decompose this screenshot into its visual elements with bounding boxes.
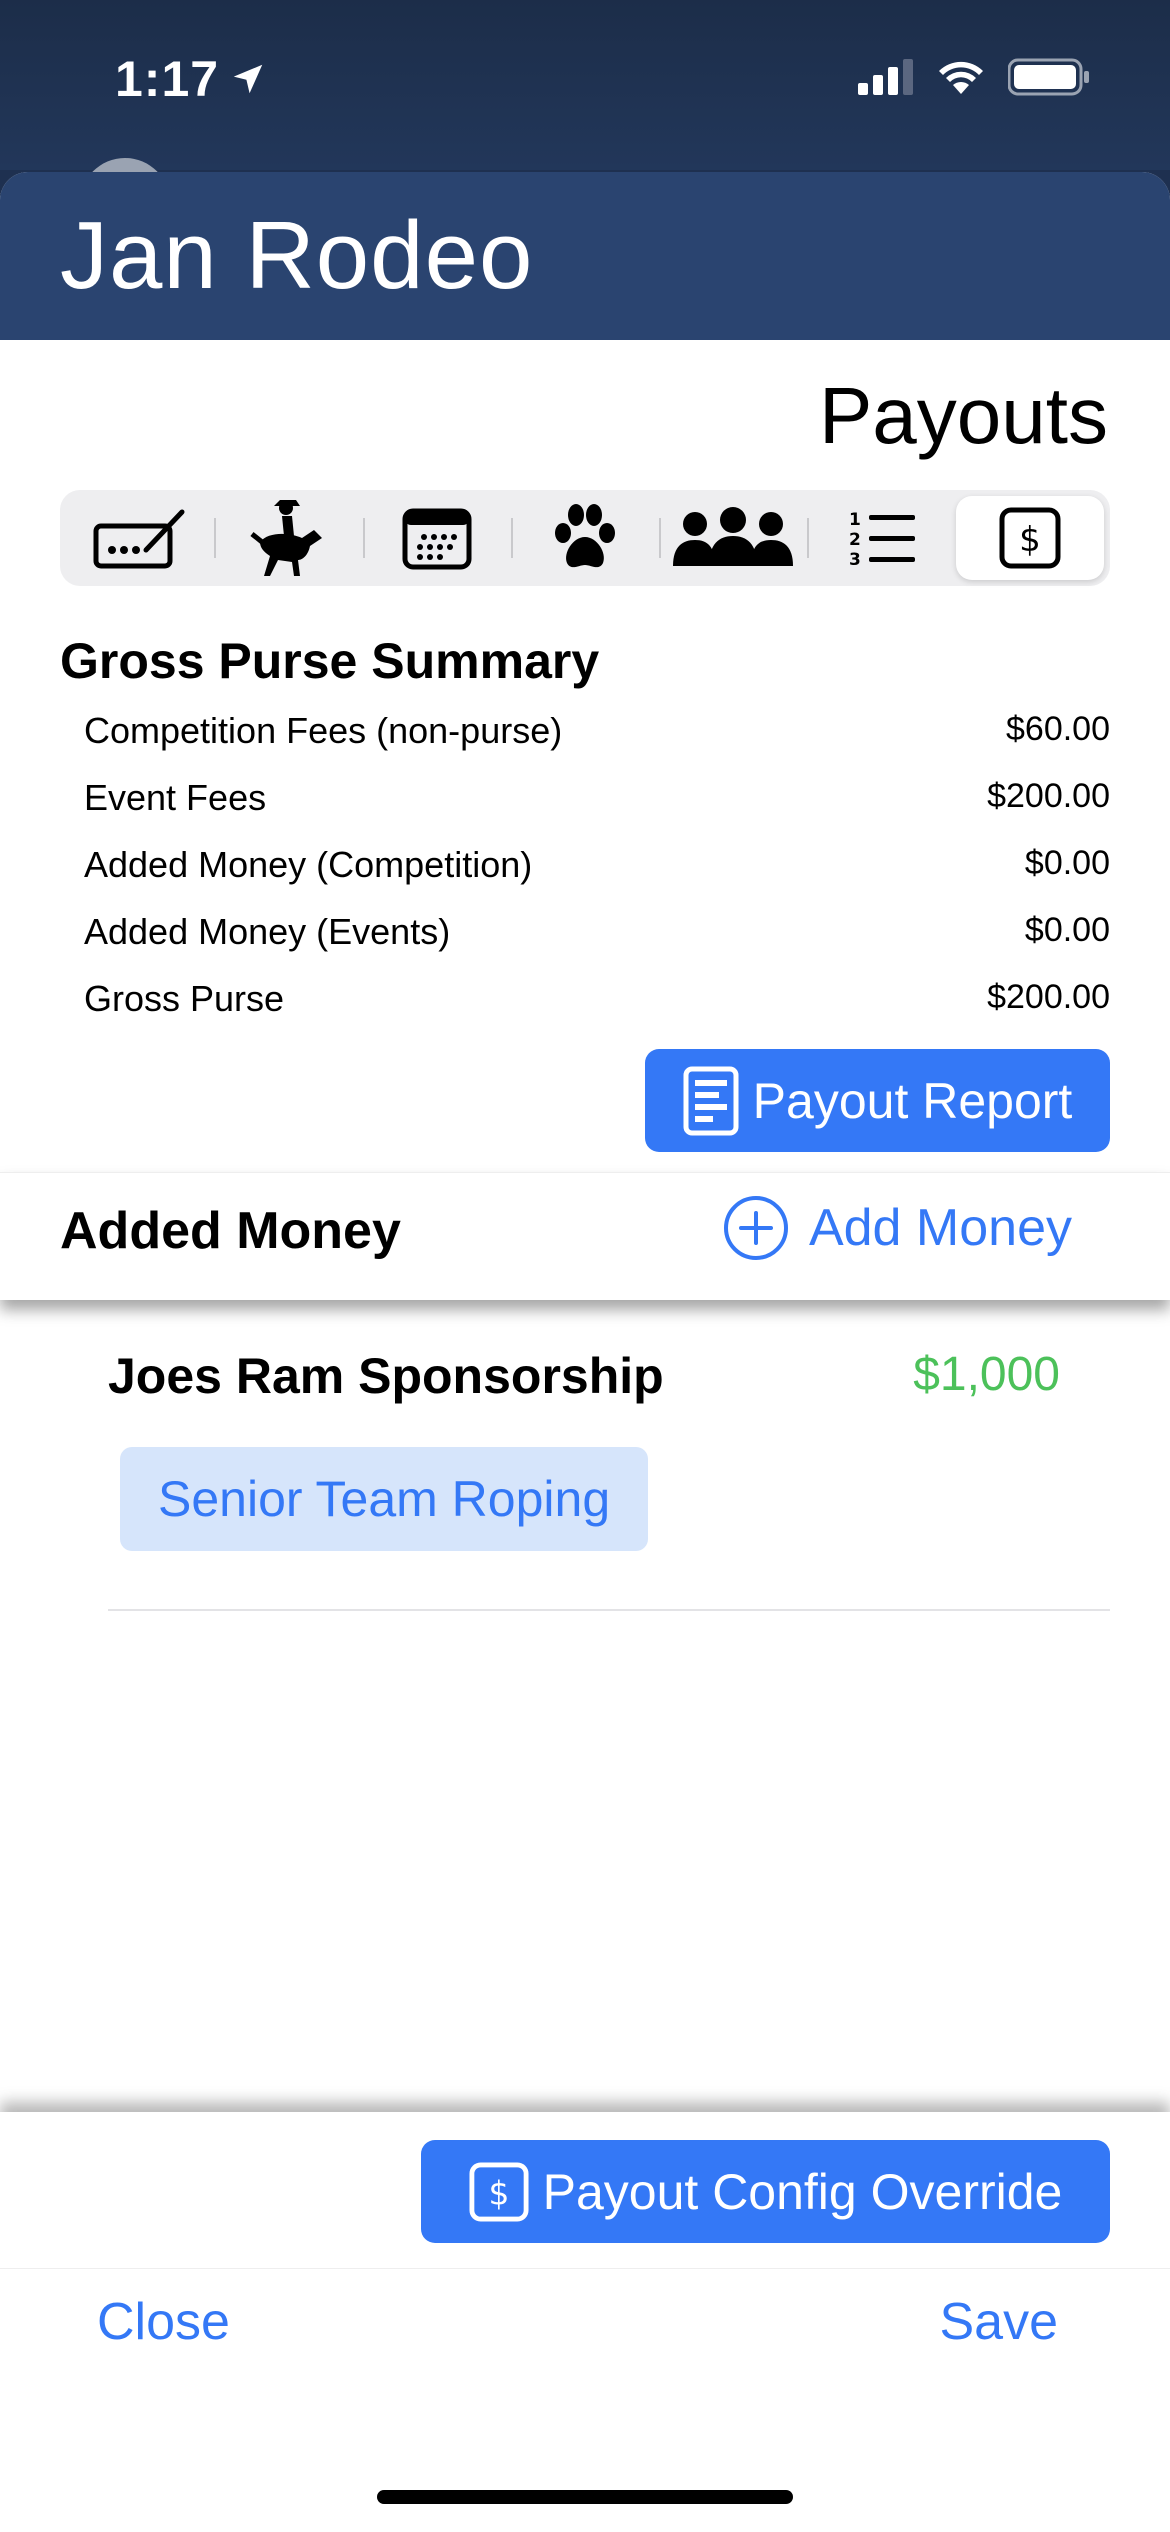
summary-value: $0.00 [1024,911,1110,949]
battery-icon [1008,58,1089,96]
save-button[interactable]: Save [939,2292,1058,2352]
summary-label: Added Money (Events) [84,911,451,952]
calendar-icon [402,508,472,570]
wifi-icon [939,61,983,94]
event-chip[interactable]: Senior Team Roping [120,1447,649,1551]
signal-icon [858,59,913,95]
bottom-actions: $ Payout Config Override Close Save [0,2112,1170,2532]
payout-report-button[interactable]: Payout Report [645,1049,1110,1152]
gross-purse-heading: Gross Purse Summary [60,633,600,689]
paw-icon [554,504,615,568]
summary-label: Competition Fees (non-purse) [84,710,563,751]
report-icon [683,1066,739,1135]
sponsor-amount: $1,000 [913,1348,1060,1401]
payouts-sheet: Jan Rodeo Payouts 1 2 3 $ Gross Purse Su… [0,172,1170,2532]
tab-schedule[interactable] [362,496,511,580]
status-time: 1:17 [115,50,267,108]
tab-entries[interactable] [66,496,214,580]
home-indicator[interactable] [377,2490,793,2504]
summary-value: $60.00 [1006,710,1110,748]
section-tabs: 1 2 3 $ [60,490,1110,586]
add-money-label: Add Money [808,1199,1072,1257]
summary-value: $200.00 [987,777,1110,815]
summary-value: $0.00 [1024,844,1110,882]
people-group-icon [673,507,794,566]
tab-events[interactable] [214,496,362,580]
svg-text:$: $ [1019,520,1041,560]
added-money-header: Added Money Add Money [0,1172,1170,1300]
page-title: Payouts [818,371,1108,460]
close-button[interactable]: Close [97,2292,230,2352]
svg-text:$: $ [488,2173,509,2212]
tab-payouts[interactable]: $ [955,496,1104,580]
override-label: Payout Config Override [542,2163,1063,2220]
divider [0,2268,1170,2269]
add-money-button[interactable]: Add Money [723,1195,1072,1261]
location-arrow-icon [233,64,263,94]
tab-animals[interactable] [510,496,659,580]
time-label: 1:17 [115,51,220,107]
status-bar: 1:17 [0,0,1170,170]
numbered-list-icon: 1 2 3 [849,510,915,569]
gross-purse-summary: Competition Fees (non-purse) $60.00 Even… [84,710,1110,1045]
summary-row: Gross Purse $200.00 [84,978,1110,1045]
summary-label: Added Money (Competition) [84,844,533,885]
dollar-icon: $ [999,507,1061,569]
summary-label: Gross Purse [84,978,285,1019]
added-money-label: Added Money [60,1202,401,1260]
summary-row: Competition Fees (non-purse) $60.00 [84,710,1110,777]
summary-row: Added Money (Competition) $0.00 [84,844,1110,911]
plus-circle-icon [723,1196,788,1260]
competition-title: Jan Rodeo [60,202,534,309]
svg-text:3: 3 [849,550,861,569]
tab-results[interactable]: 1 2 3 [807,496,955,580]
svg-text:1: 1 [849,510,861,530]
summary-label: Event Fees [84,777,267,818]
dollar-icon: $ [469,2161,529,2222]
status-indicators [858,58,1090,96]
tab-contestants[interactable] [659,496,807,580]
summary-value: $200.00 [987,978,1110,1016]
bronc-rider-icon [250,500,323,576]
summary-row: Added Money (Events) $0.00 [84,911,1110,978]
sheet-header: Jan Rodeo [0,172,1170,340]
divider [108,1609,1110,1611]
payout-report-label: Payout Report [752,1072,1073,1129]
payout-config-override-button[interactable]: $ Payout Config Override [421,2140,1110,2243]
entry-ticket-icon [93,509,185,569]
summary-row: Event Fees $200.00 [84,777,1110,844]
svg-text:2: 2 [849,530,861,550]
list-item[interactable]: Joes Ram Sponsorship $1,000 Senior Team … [108,1347,1060,1551]
